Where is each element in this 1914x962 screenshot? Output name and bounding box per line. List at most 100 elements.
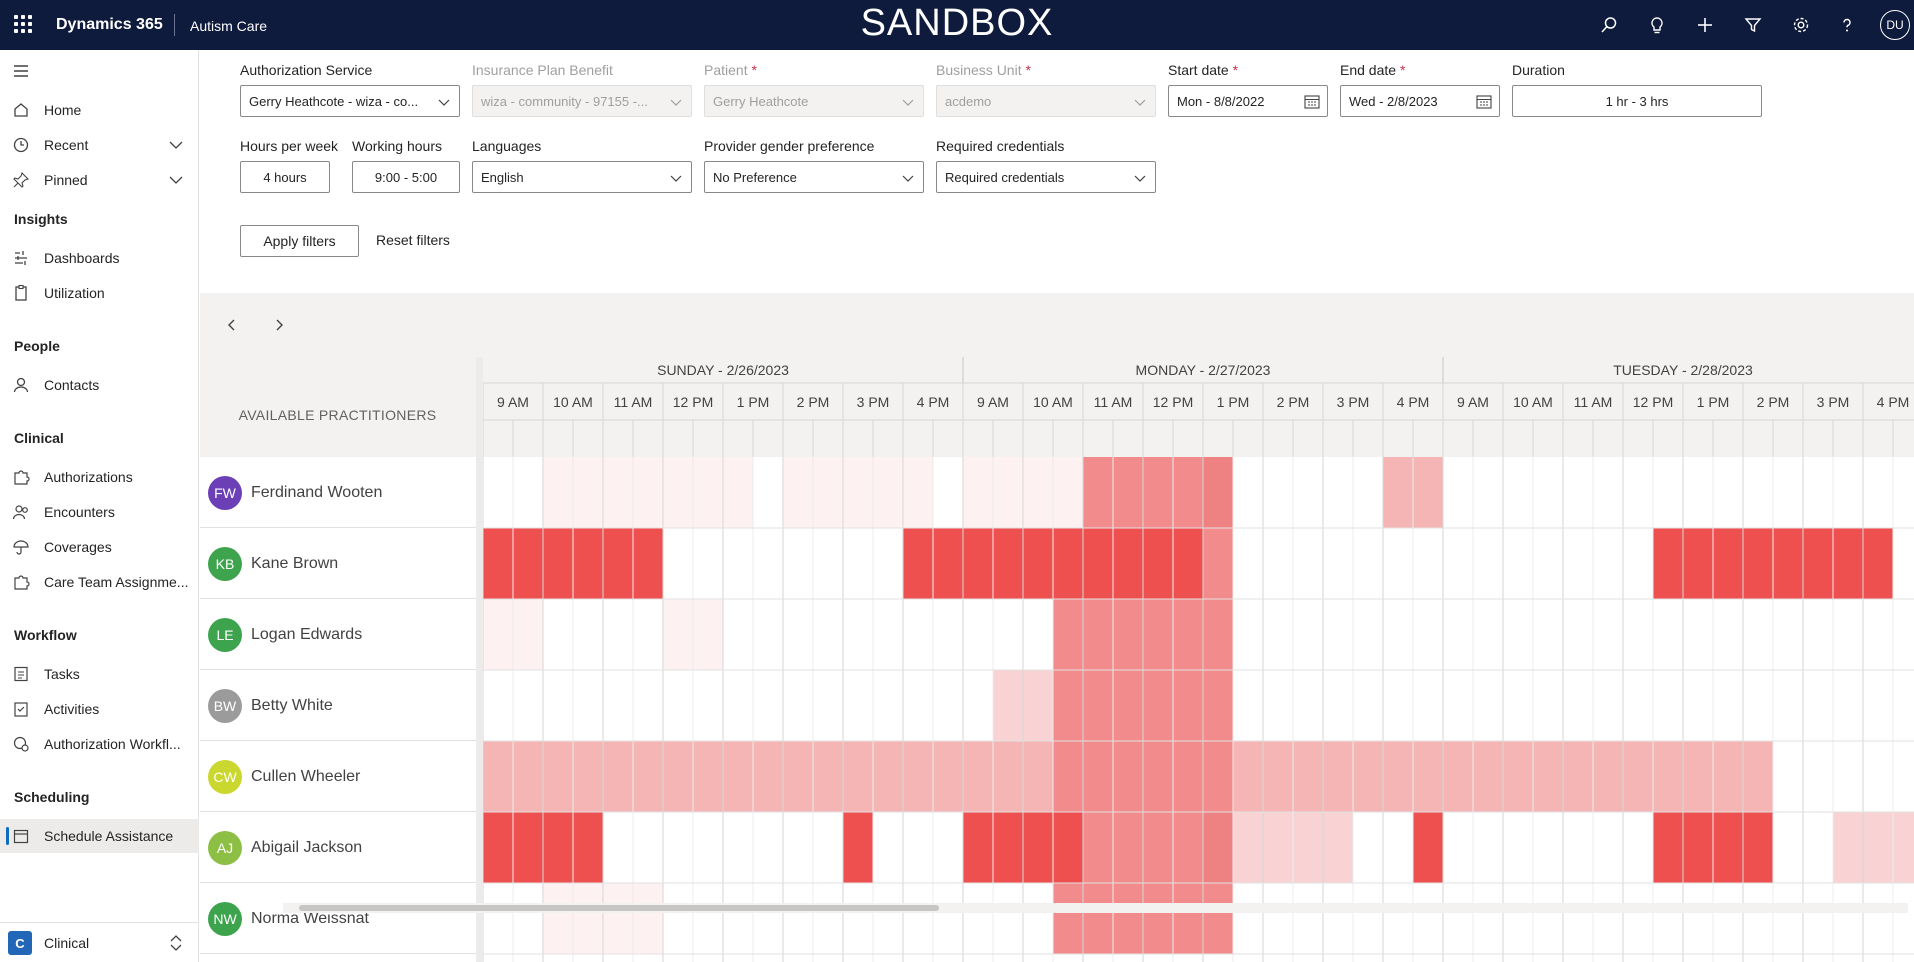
sidebar-item-label: Utilization: [44, 285, 105, 301]
availability-cell: [843, 812, 873, 883]
schedule-grid: AVAILABLE PRACTITIONERS FW Ferdinand Woot…: [200, 357, 1914, 962]
column-splitter[interactable]: [476, 357, 483, 962]
sidebar-item-authorizations[interactable]: Authorizations: [0, 460, 199, 494]
availability-cell: [483, 812, 513, 883]
availability-cell: [1203, 528, 1233, 599]
working-hours-input[interactable]: 9:00 - 5:00: [352, 161, 460, 193]
sidebar-item-schedule-assistance[interactable]: Schedule Assistance: [0, 819, 199, 853]
availability-cell: [1053, 812, 1083, 883]
working-hours-label: Working hours: [352, 138, 443, 154]
availability-cell: [1713, 528, 1743, 599]
app-launcher-icon[interactable]: [14, 15, 32, 33]
practitioner-name[interactable]: Cullen Wheeler: [251, 768, 360, 786]
calendar-icon[interactable]: [1303, 93, 1321, 111]
practitioner-row[interactable]: KB Kane Brown: [200, 528, 476, 599]
availability-cell: [603, 528, 633, 599]
settings-icon[interactable]: [1788, 12, 1814, 38]
chevron-down-icon[interactable]: [168, 137, 184, 153]
chevron-down-icon: [902, 175, 914, 182]
availability-cell: [573, 528, 603, 599]
hour-label: 11 AM: [1094, 394, 1133, 410]
lightbulb-icon[interactable]: [1644, 12, 1670, 38]
sidebar-item-pinned[interactable]: Pinned: [0, 163, 199, 197]
umbrella-icon: [13, 540, 29, 555]
chevron-left-icon[interactable]: [222, 315, 242, 335]
availability-cell: [513, 599, 543, 670]
sidebar-item-label: Authorizations: [44, 469, 133, 485]
calendar-icon: [13, 829, 29, 844]
practitioner-row[interactable]: FW Ferdinand Wooten: [200, 457, 476, 528]
languages-label: Languages: [472, 138, 542, 154]
hour-label: 4 PM: [1397, 394, 1430, 410]
brand-title[interactable]: Dynamics 365: [56, 16, 163, 34]
sidebar-item-encounters[interactable]: Encounters: [0, 495, 199, 529]
availability-cell: [813, 457, 843, 528]
end-date-input[interactable]: Wed - 2/8/2023: [1340, 85, 1500, 117]
availability-cell: [663, 599, 693, 670]
chevron-right-icon[interactable]: [269, 315, 289, 335]
sidebar-item-utilization[interactable]: Utilization: [0, 276, 199, 310]
sidebar-item-dashboards[interactable]: Dashboards: [0, 241, 199, 275]
practitioner-name[interactable]: Abigail Jackson: [251, 839, 362, 857]
plus-icon[interactable]: [1692, 12, 1718, 38]
authorization-service-dropdown[interactable]: Gerry Heathcote - wiza - co...: [240, 85, 460, 117]
calendar-icon[interactable]: [1475, 93, 1493, 111]
availability-cell: [783, 741, 813, 812]
area-switcher[interactable]: C Clinical: [0, 922, 199, 962]
practitioner-name[interactable]: Ferdinand Wooten: [251, 484, 382, 502]
filter-panel: Authorization Service Insurance Plan Ben…: [200, 50, 1914, 293]
hours-per-week-input[interactable]: 4 hours: [240, 161, 330, 193]
availability-cell: [693, 457, 723, 528]
sidebar-item-activities[interactable]: Activities: [0, 692, 199, 726]
languages-dropdown[interactable]: English: [472, 161, 692, 193]
gender-preference-dropdown[interactable]: No Preference: [704, 161, 924, 193]
group-header-scheduling: Scheduling: [14, 789, 90, 805]
availability-cell: [1743, 741, 1773, 812]
app-name[interactable]: Autism Care: [190, 18, 267, 34]
availability-cell: [1143, 812, 1173, 883]
scrollbar-thumb[interactable]: [299, 905, 939, 911]
chevron-down-icon[interactable]: [168, 172, 184, 188]
sidebar-item-authorization-workflow[interactable]: Authorization Workfl...: [0, 727, 199, 761]
sidebar-item-recent[interactable]: Recent: [0, 128, 199, 162]
practitioner-row[interactable]: AJ Abigail Jackson: [200, 812, 476, 883]
availability-cell: [1023, 670, 1053, 741]
availability-cell: [513, 528, 543, 599]
day-header: TUESDAY - 2/28/2023: [1613, 362, 1753, 378]
sidebar-item-coverages[interactable]: Coverages: [0, 530, 199, 564]
availability-cell: [1203, 741, 1233, 812]
pin-icon: [13, 171, 30, 188]
sidebar-item-contacts[interactable]: Contacts: [0, 368, 199, 402]
availability-cell: [1833, 812, 1863, 883]
practitioner-name[interactable]: Kane Brown: [251, 555, 338, 573]
sidebar-item-tasks[interactable]: Tasks: [0, 657, 199, 691]
workflow-icon: [13, 736, 29, 752]
availability-cell: [723, 457, 753, 528]
availability-cell: [1083, 599, 1113, 670]
availability-cell: [1053, 528, 1083, 599]
hour-label: 2 PM: [1277, 394, 1310, 410]
horizontal-scrollbar[interactable]: [283, 903, 1908, 913]
user-avatar[interactable]: DU: [1880, 10, 1910, 40]
reset-filters-button[interactable]: Reset filters: [376, 232, 450, 248]
availability-cell: [1293, 812, 1323, 883]
availability-cell: [543, 883, 573, 954]
filter-icon[interactable]: [1740, 12, 1766, 38]
start-date-input[interactable]: Mon - 8/8/2022: [1168, 85, 1328, 117]
sidebar-item-care-team-assignments[interactable]: Care Team Assignme...: [0, 565, 199, 599]
practitioner-name[interactable]: Betty White: [251, 697, 333, 715]
practitioner-row[interactable]: LE Logan Edwards: [200, 599, 476, 670]
availability-cell: [873, 741, 903, 812]
help-icon[interactable]: [1834, 12, 1860, 38]
apply-filters-button[interactable]: Apply filters: [240, 225, 359, 257]
availability-cell: [573, 741, 603, 812]
practitioner-row[interactable]: BW Betty White: [200, 670, 476, 741]
practitioner-row[interactable]: NW Norma Weissnat: [200, 883, 476, 954]
duration-input[interactable]: 1 hr - 3 hrs: [1512, 85, 1762, 117]
search-icon[interactable]: [1596, 12, 1622, 38]
required-credentials-dropdown[interactable]: Required credentials: [936, 161, 1156, 193]
sidebar-item-home[interactable]: Home: [0, 93, 199, 127]
hamburger-menu-button[interactable]: [0, 54, 199, 88]
practitioner-name[interactable]: Logan Edwards: [251, 626, 362, 644]
practitioner-row[interactable]: CW Cullen Wheeler: [200, 741, 476, 812]
